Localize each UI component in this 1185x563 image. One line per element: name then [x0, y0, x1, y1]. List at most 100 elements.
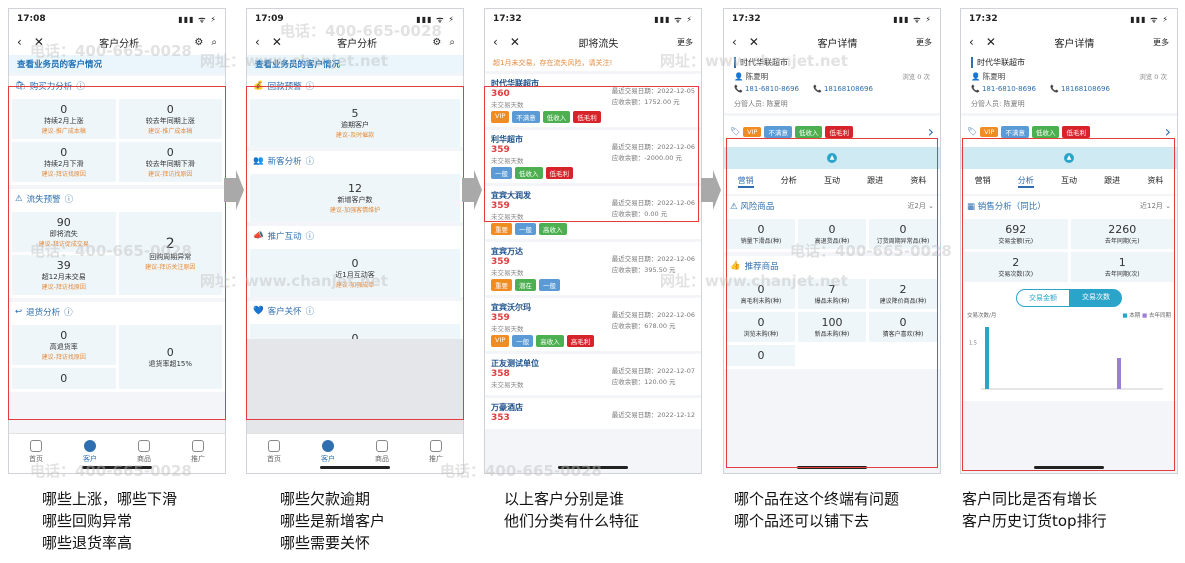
- tag-badge: 低收入: [1031, 125, 1060, 138]
- status-bar: 17:32 ▮▮▮ ᯤ ⚡: [485, 9, 701, 29]
- caption-3: 以上客户分别是谁 他们分类有什么特征: [504, 490, 640, 530]
- tab-promo[interactable]: 推广: [191, 440, 205, 464]
- tab-product[interactable]: 商品: [137, 440, 151, 464]
- customer-list-item[interactable]: 宜宾万达 359 未交易天数 最近交易日期：2022-12-06 应收余额：395…: [485, 242, 701, 295]
- tab-product[interactable]: 商品: [375, 440, 389, 464]
- highlight-box: [8, 86, 226, 420]
- back-icon[interactable]: ‹: [493, 35, 498, 49]
- share-icon: [192, 440, 204, 452]
- caption-5: 客户同比是否有增长 客户历史订货top排行: [962, 490, 1107, 530]
- tag-badge: VIP: [980, 126, 999, 137]
- tag-badge: 高收入: [539, 223, 567, 235]
- page-title: 客户详情: [1054, 38, 1095, 50]
- customer-header: 时代华联超市 👤 陈夏明 浏览 0 次 📞 181-6810-8696 📞 1816…: [724, 55, 940, 113]
- home-indicator: [82, 466, 152, 469]
- tag-badge: 高毛利: [566, 335, 595, 347]
- tab-home[interactable]: 首页: [29, 440, 43, 464]
- trade-info: 最近交易日期：2022-12-06 应收余额：678.00 元: [611, 311, 695, 330]
- search-icon[interactable]: ⌕: [449, 37, 455, 48]
- customer-list-item[interactable]: 宜宾沃尔玛 359 未交易天数 最近交易日期：2022-12-06 应收余额：67…: [485, 298, 701, 351]
- back-icon[interactable]: ‹: [732, 35, 737, 49]
- status-bar: 17:32 ▮▮▮ ᯤ ⚡: [724, 9, 940, 29]
- contact-name: 👤 陈夏明: [971, 72, 1006, 81]
- status-time: 17:09: [255, 14, 284, 24]
- phone-link[interactable]: 📞 18168108696: [813, 85, 873, 93]
- tab-customer[interactable]: 客户: [321, 440, 335, 464]
- page-title: 即将流失: [578, 38, 619, 50]
- tag-badge: 低毛利: [825, 125, 853, 138]
- gear-icon[interactable]: ⚙: [432, 37, 441, 48]
- status-time: 17:32: [493, 14, 522, 24]
- phone-screen-3: 17:32 ▮▮▮ ᯤ ⚡ ‹ ✕ 即将流失 更多 超1月未交易，存在流失风险，请…: [484, 8, 702, 474]
- tag-icon: 🏷: [730, 127, 741, 136]
- tag-badge: 重要: [491, 223, 512, 235]
- nav-bar: ‹ ✕ 客户详情 更多: [961, 29, 1177, 55]
- salesman-filter[interactable]: 查看业务员的客户情况: [247, 55, 463, 73]
- home-icon: [268, 440, 280, 452]
- status-bar: 17:09 ▮▮▮ ᯤ ⚡: [247, 9, 463, 29]
- trade-info: 最近交易日期：2022-12-12: [611, 411, 695, 419]
- customer-list-item[interactable]: 正友测试单位 358 未交易天数 最近交易日期：2022-12-07 应收余额：1…: [485, 354, 701, 395]
- signal-icon: ▮▮▮ ᯤ ⚡: [654, 14, 693, 24]
- tag-badge: 高收入: [536, 335, 564, 347]
- signal-icon: ▮▮▮ ᯤ ⚡: [178, 14, 217, 24]
- customer-list-item[interactable]: 万豪酒店 353 最近交易日期：2022-12-12: [485, 398, 701, 429]
- customer-icon: [322, 440, 334, 452]
- status-bar: 17:08 ▮▮▮ ᯤ ⚡: [9, 9, 225, 29]
- caption-4: 哪个品在这个终端有问题 哪个品还可以铺下去: [734, 490, 900, 530]
- status-bar: 17:32 ▮▮▮ ᯤ ⚡: [961, 9, 1177, 29]
- close-icon[interactable]: ✕: [34, 35, 44, 49]
- phone-link[interactable]: 📞 18168108696: [1050, 85, 1110, 93]
- tag-row: 重要 一般 高收入: [491, 223, 695, 235]
- highlight-box: [246, 86, 464, 420]
- close-icon[interactable]: ✕: [749, 35, 759, 49]
- status-time: 17:08: [17, 14, 46, 24]
- close-icon[interactable]: ✕: [986, 35, 996, 49]
- phone-link[interactable]: 📞 181-6810-8696: [734, 85, 799, 93]
- tab-home[interactable]: 首页: [267, 440, 281, 464]
- contact-name: 👤 陈夏明: [734, 72, 769, 81]
- more-button[interactable]: 更多: [1153, 37, 1169, 48]
- more-button[interactable]: 更多: [677, 37, 693, 48]
- visit-count: 浏览 0 次: [902, 73, 930, 81]
- close-icon[interactable]: ✕: [510, 35, 520, 49]
- manager-label: 分管人员: 陈夏明: [734, 100, 788, 108]
- tag-icon: 🏷: [967, 127, 978, 136]
- customer-name: 时代华联超市: [971, 57, 1167, 68]
- tag-badge: 不满意: [764, 125, 792, 138]
- tab-customer[interactable]: 客户: [83, 440, 97, 464]
- manager-label: 分管人员: 陈夏明: [971, 100, 1025, 108]
- trade-info: 最近交易日期：2022-12-06 应收余额：395.50 元: [611, 255, 695, 274]
- tag-badge: 低收入: [794, 125, 823, 138]
- home-indicator: [558, 466, 628, 469]
- tag-row: VIP 一般 高收入 高毛利: [491, 335, 695, 347]
- tab-promo[interactable]: 推广: [429, 440, 443, 464]
- back-icon[interactable]: ‹: [969, 35, 974, 49]
- back-icon[interactable]: ‹: [17, 35, 22, 49]
- tag-badge: VIP: [491, 335, 510, 347]
- visit-count: 浏览 0 次: [1139, 73, 1167, 81]
- tag-badge: 一般: [515, 223, 536, 235]
- arrow-right-icon: [462, 170, 482, 210]
- arrow-right-icon: [224, 170, 244, 210]
- nav-bar: ‹ ✕ 客户分析 ⚙ ⌕: [9, 29, 225, 55]
- home-indicator: [320, 466, 390, 469]
- signal-icon: ▮▮▮ ᯤ ⚡: [893, 14, 932, 24]
- close-icon[interactable]: ✕: [272, 35, 282, 49]
- tag-badge: 一般: [512, 335, 534, 347]
- phone-link[interactable]: 📞 181-6810-8696: [971, 85, 1036, 93]
- status-time: 17:32: [969, 14, 998, 24]
- gear-icon[interactable]: ⚙: [194, 37, 203, 48]
- more-button[interactable]: 更多: [916, 37, 932, 48]
- customer-header: 时代华联超市 👤 陈夏明 浏览 0 次 📞 181-6810-8696 📞 1816…: [961, 55, 1177, 113]
- nav-bar: ‹ ✕ 客户分析 ⚙ ⌕: [247, 29, 463, 55]
- home-icon: [30, 440, 42, 452]
- search-icon[interactable]: ⌕: [211, 37, 217, 48]
- back-icon[interactable]: ‹: [255, 35, 260, 49]
- tag-row: 重要 潜在 一般: [491, 279, 695, 291]
- salesman-filter[interactable]: 查看业务员的客户情况: [9, 55, 225, 73]
- box-icon: [376, 440, 388, 452]
- highlight-box: [962, 138, 1175, 471]
- tag-badge: 不满意: [1001, 125, 1029, 138]
- caption-2: 哪些欠款逾期 哪些是新增客户 哪些需要关怀: [280, 490, 386, 552]
